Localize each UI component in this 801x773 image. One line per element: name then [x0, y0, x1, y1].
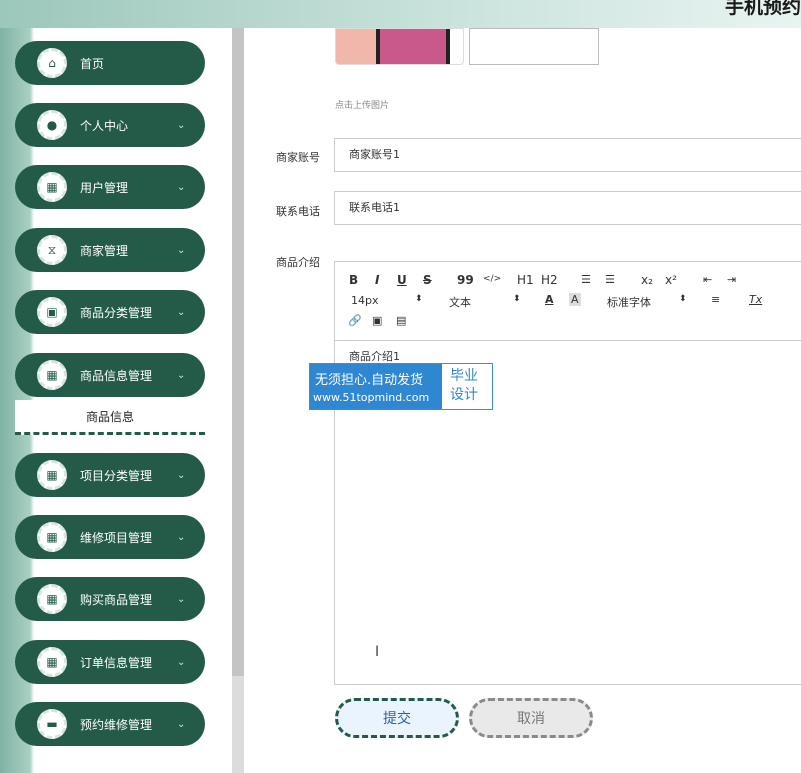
- grid-icon: ▦: [37, 522, 67, 552]
- chevron-down-icon: ⌄: [177, 656, 186, 668]
- sidebar-item-label: 用户管理: [80, 180, 129, 195]
- grid-icon: ▦: [37, 360, 67, 390]
- uploaded-image-thumbnail[interactable]: [335, 28, 464, 65]
- chevron-down-icon: ⌄: [177, 181, 186, 193]
- submit-button[interactable]: 提交: [335, 698, 459, 738]
- submenu-item-product-info[interactable]: 商品信息: [15, 400, 205, 435]
- intro-label: 商品介绍: [276, 256, 320, 269]
- code-button[interactable]: </>: [483, 274, 501, 284]
- sidebar-item-6[interactable]: ▦ 项目分类管理 ⌄: [15, 453, 205, 497]
- grid-icon: ▦: [37, 172, 67, 202]
- bold-button[interactable]: B: [349, 273, 358, 287]
- watermark-left: 无须担心.自动发货 www.51topmind.com: [310, 364, 442, 409]
- sidebar-item-label: 预约维修管理: [80, 717, 153, 732]
- font-size-dropdown-icon: ⬍: [415, 294, 423, 304]
- underline-button[interactable]: U: [397, 273, 407, 287]
- sidebar-item-label: 购买商品管理: [80, 592, 153, 607]
- sidebar-item-9[interactable]: ▦ 订单信息管理 ⌄: [15, 640, 205, 684]
- chevron-down-icon: ⌄: [177, 718, 186, 730]
- chevron-down-icon: ⌄: [177, 244, 186, 256]
- top-header: 手机预约: [0, 0, 801, 28]
- h2-button[interactable]: H2: [541, 273, 558, 287]
- sidebar-item-label: 订单信息管理: [80, 655, 153, 670]
- sidebar-item-label: 商家管理: [80, 243, 129, 258]
- cancel-button[interactable]: 取消: [469, 698, 593, 738]
- watermark-right: 毕业设计: [450, 368, 478, 403]
- sidebar-item-0[interactable]: ⌂ 首页: [15, 41, 205, 85]
- text-style-dropdown-icon: ⬍: [513, 294, 521, 304]
- grid-icon: ▦: [37, 460, 67, 490]
- home-icon: ⌂: [37, 48, 67, 78]
- font-size-select[interactable]: 14px: [351, 294, 379, 307]
- outdent-button[interactable]: ⇤: [703, 273, 712, 286]
- image-button[interactable]: ▣: [372, 314, 382, 327]
- merchant-account-input[interactable]: 商家账号1: [334, 138, 801, 172]
- user-icon: ●: [37, 110, 67, 140]
- superscript-button[interactable]: x²: [665, 273, 677, 287]
- font-color-button[interactable]: A: [545, 293, 554, 306]
- phone-label: 联系电话: [276, 205, 320, 218]
- chevron-down-icon: ⌄: [177, 119, 186, 131]
- sidebar-item-5[interactable]: ▦ 商品信息管理 ⌄: [15, 353, 205, 397]
- sidebar-item-label: 个人中心: [80, 118, 129, 133]
- video-button[interactable]: ▤: [396, 314, 406, 327]
- upload-hint[interactable]: 点击上传图片: [335, 98, 389, 111]
- editor-toolbar: B I U S 99 </> H1 H2 ☰ ☰ x₂ x² ⇤ ⇥ 14px …: [335, 262, 801, 341]
- upload-image-slot[interactable]: [469, 28, 599, 65]
- sidebar-item-7[interactable]: ▦ 维修项目管理 ⌄: [15, 515, 205, 559]
- sidebar-scrollbar-thumb[interactable]: [232, 28, 244, 676]
- watermark-line1: 无须担心.自动发货: [315, 373, 424, 388]
- rich-text-editor[interactable]: B I U S 99 </> H1 H2 ☰ ☰ x₂ x² ⇤ ⇥ 14px …: [334, 261, 801, 685]
- subscript-button[interactable]: x₂: [641, 273, 653, 287]
- sidebar-item-8[interactable]: ▦ 购买商品管理 ⌄: [15, 577, 205, 621]
- bullet-list-button[interactable]: ☰: [605, 273, 615, 286]
- watermark-banner: 无须担心.自动发货 www.51topmind.com 毕业设计: [309, 363, 493, 410]
- text-style-select[interactable]: 文本: [449, 294, 471, 310]
- briefcase-icon: ▬: [37, 709, 67, 739]
- background-color-button[interactable]: A: [569, 293, 581, 306]
- italic-button[interactable]: I: [375, 273, 379, 287]
- font-family-dropdown-icon: ⬍: [679, 294, 687, 304]
- chevron-down-icon: ⌄: [177, 369, 186, 381]
- text-cursor-icon: I: [375, 644, 380, 660]
- sidebar-item-4[interactable]: ▣ 商品分类管理 ⌄: [15, 290, 205, 334]
- align-button[interactable]: ≡: [711, 293, 720, 306]
- strike-button[interactable]: S: [423, 273, 432, 287]
- link-button[interactable]: 🔗: [348, 314, 362, 327]
- chevron-down-icon: ⌄: [177, 306, 186, 318]
- ordered-list-button[interactable]: ☰: [581, 273, 591, 286]
- grid-icon: ▦: [37, 647, 67, 677]
- sidebar-item-3[interactable]: ⧖ 商家管理 ⌄: [15, 228, 205, 272]
- watermark-line2: www.51topmind.com: [313, 391, 430, 404]
- sidebar-item-label: 维修项目管理: [80, 530, 153, 545]
- chevron-down-icon: ⌄: [177, 469, 186, 481]
- sidebar-item-10[interactable]: ▬ 预约维修管理 ⌄: [15, 702, 205, 746]
- system-title: 手机预约: [724, 0, 801, 18]
- chevron-down-icon: ⌄: [177, 593, 186, 605]
- editor-content[interactable]: 商品介绍1: [349, 348, 400, 364]
- sidebar-item-1[interactable]: ● 个人中心 ⌄: [15, 103, 205, 147]
- category-icon: ▣: [37, 297, 67, 327]
- h1-button[interactable]: H1: [517, 273, 534, 287]
- grid-icon: ▦: [37, 584, 67, 614]
- merchant-account-label: 商家账号: [276, 151, 320, 164]
- store-icon: ⧖: [37, 235, 67, 265]
- sidebar-item-label: 项目分类管理: [80, 468, 153, 483]
- phone-input[interactable]: 联系电话1: [334, 191, 801, 225]
- indent-button[interactable]: ⇥: [727, 273, 736, 286]
- sidebar-item-label: 商品信息管理: [80, 368, 153, 383]
- sidebar-item-label: 商品分类管理: [80, 305, 153, 320]
- sidebar-item-label: 首页: [80, 56, 105, 71]
- clear-format-button[interactable]: Tx: [749, 293, 762, 306]
- chevron-down-icon: ⌄: [177, 531, 186, 543]
- quote-button[interactable]: 99: [457, 273, 474, 287]
- sidebar-item-2[interactable]: ▦ 用户管理 ⌄: [15, 165, 205, 209]
- font-family-select[interactable]: 标准字体: [607, 294, 651, 310]
